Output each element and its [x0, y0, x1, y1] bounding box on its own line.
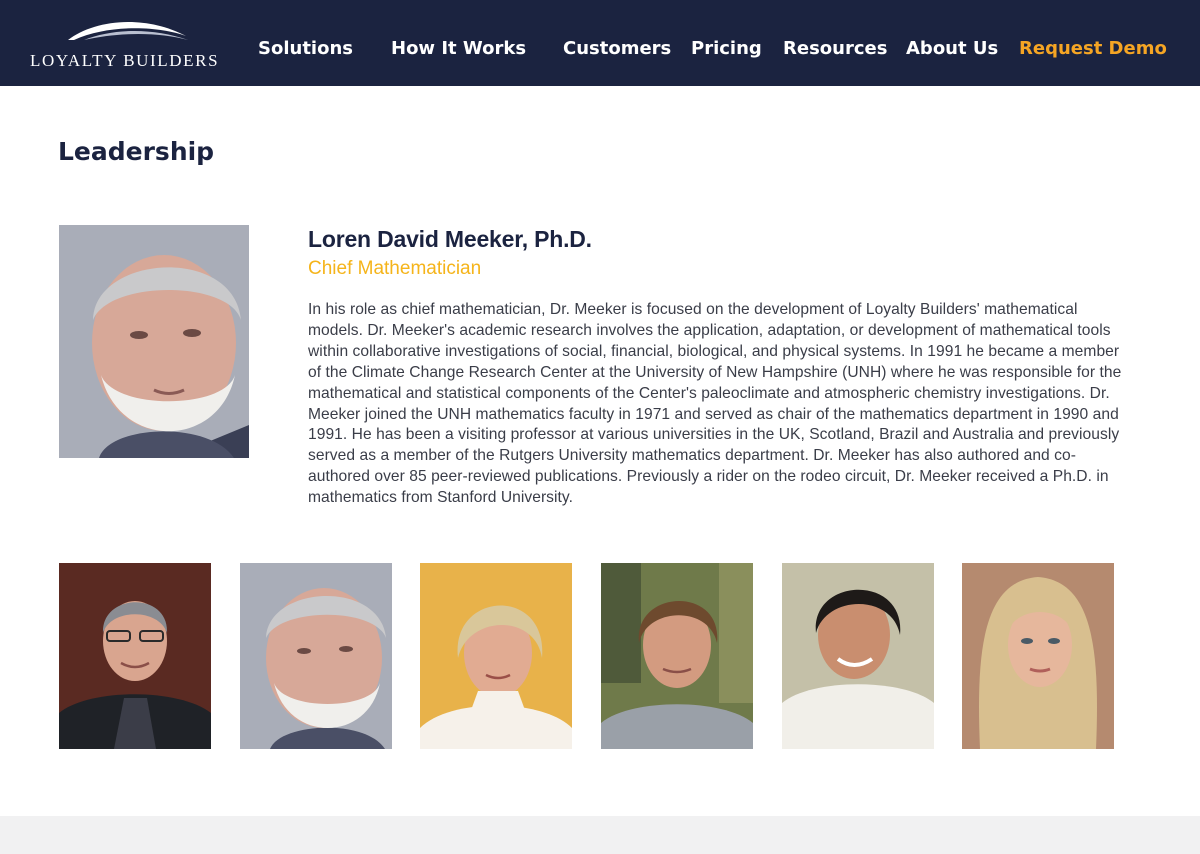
team-photo-1[interactable]	[59, 563, 211, 749]
logo-swoosh-icon	[68, 22, 188, 40]
logo-text: LOYALTY BUILDERS	[30, 51, 220, 70]
featured-person-role: Chief Mathematician	[308, 258, 482, 279]
nav-resources[interactable]: Resources	[783, 38, 887, 59]
team-photo-5[interactable]	[782, 563, 934, 749]
site-header: LOYALTY BUILDERS Solutions How It Works …	[0, 0, 1200, 86]
team-photo-6[interactable]	[962, 563, 1114, 749]
featured-person-photo	[59, 225, 249, 458]
team-photo-3[interactable]	[420, 563, 572, 749]
nav-solutions[interactable]: Solutions	[258, 38, 353, 59]
team-photo-2[interactable]	[240, 563, 392, 749]
loyalty-builders-logo[interactable]: LOYALTY BUILDERS	[28, 16, 238, 74]
featured-person-bio: In his role as chief mathematician, Dr. …	[308, 301, 1122, 507]
nav-how-it-works[interactable]: How It Works	[391, 38, 526, 59]
team-photo-4[interactable]	[601, 563, 753, 749]
nav-about-us[interactable]: About Us	[906, 38, 998, 59]
nav-pricing[interactable]: Pricing	[691, 38, 762, 59]
featured-person-name: Loren David Meeker, Ph.D.	[308, 226, 592, 252]
footer-band	[0, 816, 1200, 854]
nav-request-demo[interactable]: Request Demo	[1019, 38, 1167, 59]
page-title: Leadership	[58, 137, 215, 166]
nav-customers[interactable]: Customers	[563, 38, 671, 59]
